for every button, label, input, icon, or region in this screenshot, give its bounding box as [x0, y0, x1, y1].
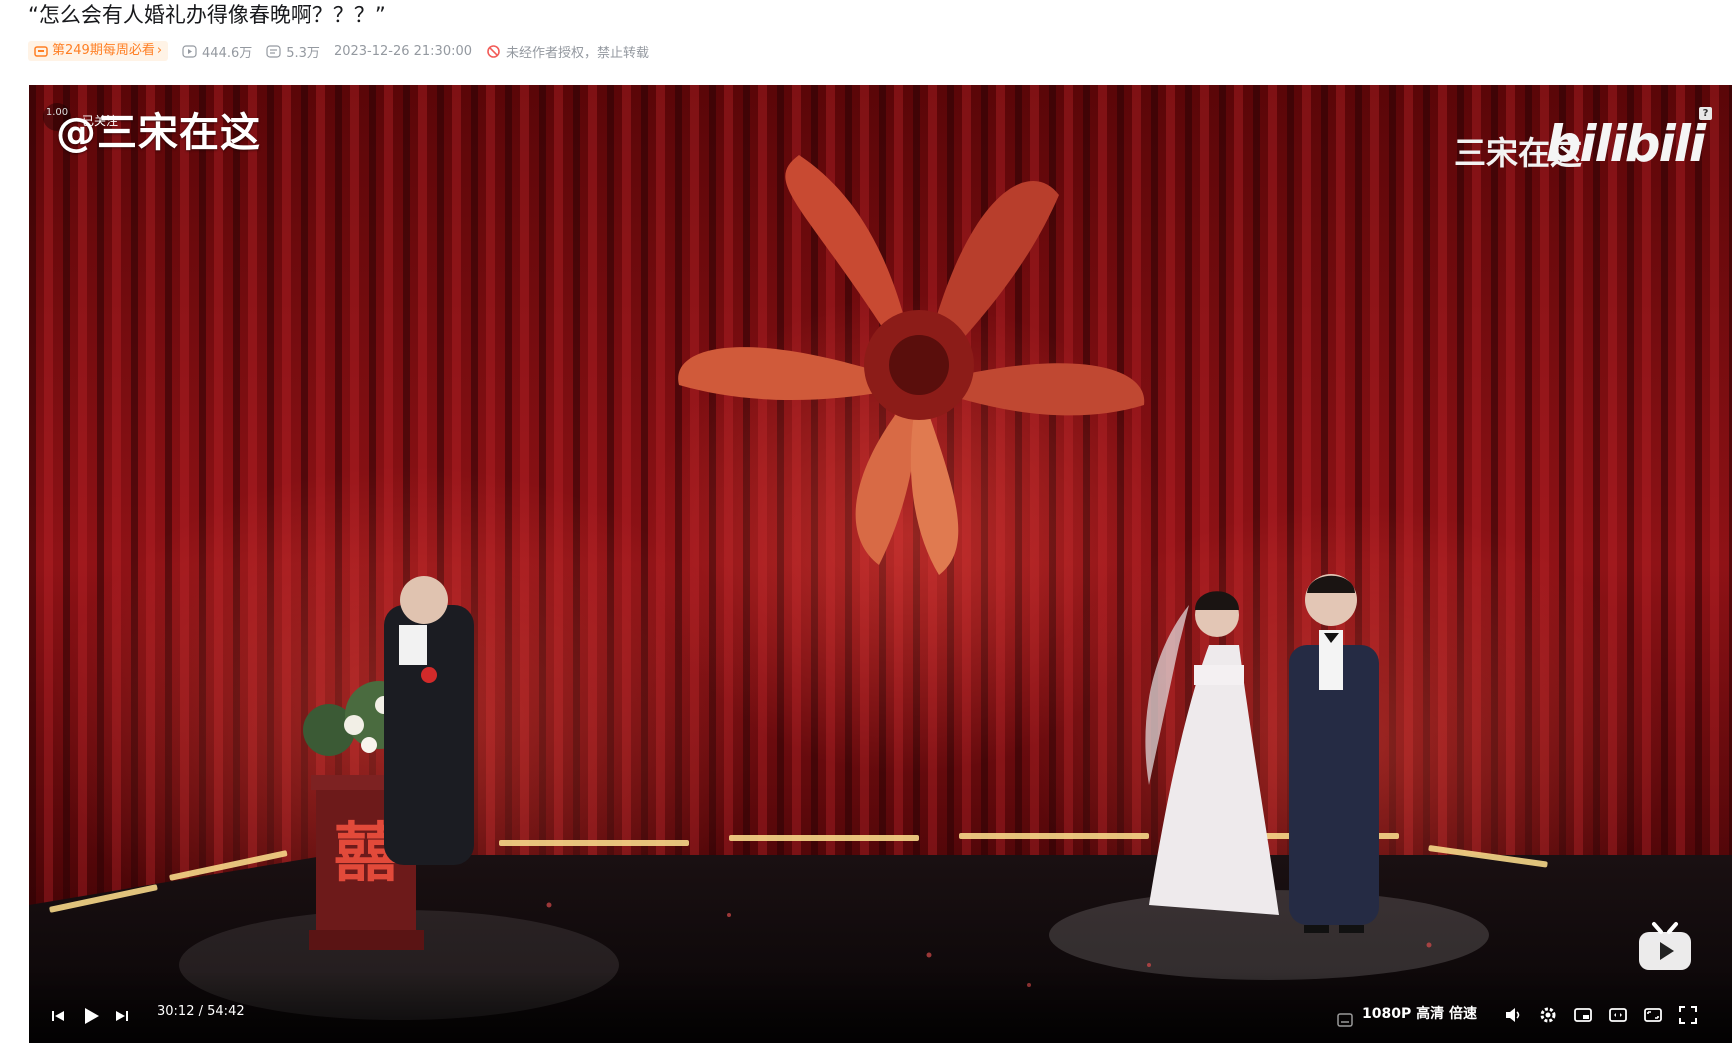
followed-label[interactable]: 已关注 — [82, 112, 118, 129]
forbidden-icon — [487, 44, 500, 58]
weekly-icon — [34, 46, 48, 57]
prev-icon — [52, 1011, 64, 1021]
web-fullscreen-button[interactable] — [1642, 1004, 1664, 1026]
play-icon — [85, 1008, 99, 1024]
time-separator: / — [198, 1004, 203, 1019]
help-badge[interactable]: ? — [1699, 107, 1712, 120]
danmaku-icon — [266, 44, 281, 58]
web-fullscreen-icon — [1644, 1008, 1662, 1022]
video-title: “怎么会有人婚礼办得像春晚啊？？？” — [28, 3, 386, 27]
video-frame[interactable]: 囍 — [29, 85, 1732, 1043]
fullscreen-button[interactable] — [1677, 1004, 1699, 1026]
volume-icon — [1506, 1008, 1520, 1022]
uploader-watermark: @三宋在这 — [56, 110, 261, 156]
weekly-badge-label: 第249期每周必看 — [52, 43, 155, 58]
next-icon — [116, 1011, 128, 1021]
settings-button[interactable] — [1537, 1004, 1559, 1026]
fullscreen-icon — [1679, 1006, 1697, 1024]
prev-button[interactable] — [49, 1007, 67, 1025]
subtitle-icon — [1337, 1013, 1353, 1027]
copyright-notice-text: 未经作者授权，禁止转载 — [506, 45, 650, 61]
view-count-value: 444.6万 — [202, 45, 253, 61]
subtitle-button[interactable] — [1335, 1010, 1355, 1030]
video-player[interactable]: 囍 1.00 已关注 @三宋在这 三宋在这 bilibili ? 30:12 /… — [29, 85, 1732, 1043]
volume-button[interactable] — [1502, 1004, 1524, 1026]
video-meta: 第249期每周必看 › 444.6万 5.3万 2023-12-26 21:30… — [28, 40, 663, 62]
widescreen-button[interactable] — [1607, 1004, 1629, 1026]
pip-button[interactable] — [1572, 1004, 1594, 1026]
chevron-right-icon: › — [156, 43, 163, 58]
playback-time: 30:12 / 54:42 — [157, 1004, 245, 1019]
danmaku-count-value: 5.3万 — [286, 45, 320, 61]
copyright-notice: 未经作者授权，禁止转载 — [486, 42, 649, 61]
quality-selector[interactable]: 1080P 高清 — [1362, 1003, 1444, 1023]
danmaku-count: 5.3万 — [266, 42, 320, 61]
current-time: 30:12 — [157, 1004, 195, 1019]
play-button[interactable] — [79, 1004, 103, 1028]
settings-icon — [1540, 1007, 1556, 1023]
view-count: 444.6万 — [182, 42, 252, 61]
widescreen-icon — [1609, 1008, 1627, 1022]
bilibili-tv-logo — [1639, 922, 1691, 970]
pip-icon — [1574, 1008, 1592, 1022]
publish-time: 2023-12-26 21:30:00 — [333, 43, 473, 59]
play-count-icon — [182, 44, 197, 58]
speed-selector[interactable]: 倍速 — [1449, 1003, 1477, 1023]
next-button[interactable] — [113, 1007, 131, 1025]
bilibili-logo: bilibili — [1545, 115, 1706, 173]
weekly-must-watch-badge[interactable]: 第249期每周必看 › — [28, 41, 169, 61]
total-duration: 54:42 — [207, 1004, 245, 1019]
